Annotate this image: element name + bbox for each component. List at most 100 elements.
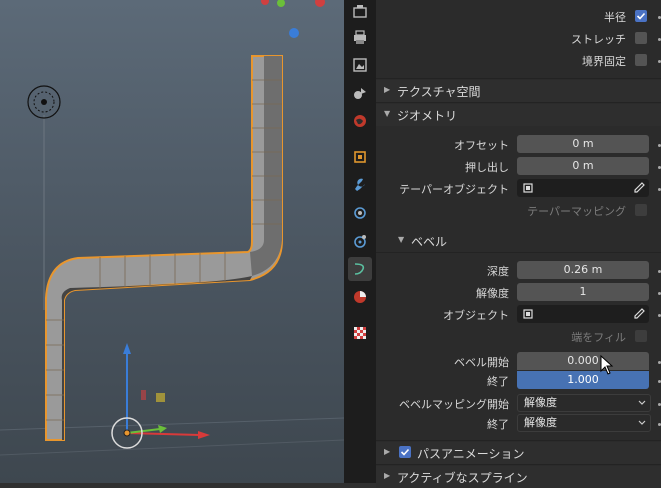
bevel-title: ベベル: [411, 235, 448, 249]
bevel-object-row: オブジェクト: [376, 304, 661, 326]
bevel-mapping-end-row: 終了 解像度: [376, 413, 661, 435]
bevel-end-row: 終了 1.000: [376, 370, 661, 392]
tab-modifiers[interactable]: [348, 173, 372, 197]
bevel-start-field[interactable]: 0.000: [517, 352, 649, 370]
bevel-end-label: 終了: [487, 375, 509, 388]
wrench-icon: [355, 178, 365, 191]
geometry-title: ジオメトリ: [397, 109, 458, 123]
bounds-clamp-label: 境界固定: [582, 55, 626, 68]
check-icon: [400, 448, 410, 456]
stretch-row: ストレッチ: [376, 28, 661, 50]
depth-field[interactable]: 0.26 m: [517, 261, 649, 279]
taper-object-label: テーパーオブジェクト: [399, 183, 509, 196]
bounds-clamp-checkbox[interactable]: [635, 54, 647, 66]
bevel-mapping-end-value: 解像度: [524, 416, 557, 429]
camera-back-icon: [353, 5, 367, 18]
physics-icon: [354, 235, 366, 248]
material-icon: [354, 291, 366, 303]
expand-arrow-icon: ▼: [384, 109, 391, 118]
path-animation-panel-header[interactable]: ▶ パスアニメーション: [376, 442, 661, 464]
tab-view-layer[interactable]: [348, 53, 372, 77]
3d-viewport[interactable]: [0, 0, 344, 483]
world-icon: [354, 115, 366, 127]
radius-row: 半径: [376, 6, 661, 28]
eyedropper-icon[interactable]: [633, 308, 645, 320]
bevel-curve-mesh[interactable]: [45, 55, 283, 441]
empty-object-icon[interactable]: [27, 85, 61, 119]
bevel-end-field[interactable]: 1.000: [517, 371, 649, 389]
active-spline-panel-header[interactable]: ▶ アクティブなスプライン: [376, 466, 661, 488]
path-animation-checkbox[interactable]: [399, 446, 411, 458]
offset-row: オフセット 0 m: [376, 134, 661, 156]
taper-mapping-label: テーパーマッピング: [527, 205, 626, 218]
eyedropper-icon[interactable]: [633, 182, 645, 194]
chevron-down-icon: [638, 400, 646, 405]
fill-caps-checkbox[interactable]: [635, 330, 647, 342]
curve-icon: [354, 263, 365, 275]
depth-label: 深度: [487, 265, 509, 278]
extrude-label: 押し出し: [465, 161, 509, 174]
scene-icon: [354, 88, 366, 99]
properties-tab-bar: [344, 0, 376, 483]
object-icon: [354, 151, 366, 163]
mouse-cursor-icon: [600, 355, 614, 375]
taper-mapping-checkbox[interactable]: [635, 204, 647, 216]
bevel-panel-header[interactable]: ▼ ベベル: [376, 230, 661, 252]
offset-field[interactable]: 0 m: [517, 135, 649, 153]
bevel-mapping-end-label: 終了: [487, 418, 509, 431]
bevel-object-field[interactable]: [517, 305, 649, 323]
offset-label: オフセット: [454, 139, 509, 152]
taper-mapping-row: テーパーマッピング: [376, 200, 661, 222]
bevel-mapping-start-row: ベベルマッピング開始 解像度: [376, 393, 661, 415]
fill-caps-row: 端をフィル: [376, 326, 661, 348]
tab-object[interactable]: [348, 145, 372, 169]
chevron-down-icon: [638, 420, 646, 425]
expand-arrow-icon: ▼: [398, 235, 405, 244]
bounds-clamp-row: 境界固定: [376, 50, 661, 72]
bevel-start-label: ベベル開始: [454, 356, 509, 369]
resolution-field[interactable]: 1: [517, 283, 649, 301]
bevel-mapping-end-select[interactable]: 解像度: [517, 414, 651, 432]
tab-world[interactable]: [348, 109, 372, 133]
tab-texture[interactable]: [348, 321, 372, 345]
bevel-object-label: オブジェクト: [443, 309, 509, 322]
resolution-row: 解像度 1: [376, 282, 661, 304]
transform-gizmo[interactable]: [111, 343, 210, 449]
extrude-field[interactable]: 0 m: [517, 157, 649, 175]
radius-label: 半径: [604, 11, 626, 24]
fill-caps-label: 端をフィル: [571, 331, 626, 344]
depth-row: 深度 0.26 m: [376, 260, 661, 282]
object-picker-icon: [523, 309, 533, 319]
taper-object-field[interactable]: [517, 179, 649, 197]
tab-scene[interactable]: [348, 81, 372, 105]
taper-object-row: テーパーオブジェクト: [376, 178, 661, 200]
radius-checkbox[interactable]: [635, 10, 647, 22]
extrude-row: 押し出し 0 m: [376, 156, 661, 178]
collapse-arrow-icon: ▶: [384, 85, 391, 94]
stretch-label: ストレッチ: [571, 33, 626, 46]
bevel-mapping-start-label: ベベルマッピング開始: [399, 398, 509, 411]
viewport-scene: [0, 0, 344, 456]
tab-curve-data[interactable]: [348, 257, 372, 281]
resolution-label: 解像度: [476, 287, 509, 300]
geometry-panel-header[interactable]: ▼ ジオメトリ: [376, 104, 661, 126]
bevel-mapping-start-select[interactable]: 解像度: [517, 394, 651, 412]
printer-icon: [354, 30, 366, 44]
active-spline-title: アクティブなスプライン: [397, 471, 528, 485]
tab-render[interactable]: [348, 0, 372, 24]
stretch-checkbox[interactable]: [635, 32, 647, 44]
collapse-arrow-icon: ▶: [384, 471, 391, 480]
tab-material[interactable]: [348, 285, 372, 309]
image-icon: [353, 58, 367, 72]
tab-physics[interactable]: [348, 229, 372, 253]
path-animation-title: パスアニメーション: [417, 447, 525, 461]
tab-output[interactable]: [348, 25, 372, 49]
checker-icon: [354, 327, 366, 339]
tab-particles[interactable]: [348, 201, 372, 225]
collapse-arrow-icon: ▶: [384, 447, 391, 456]
blue-handle[interactable]: [289, 28, 299, 38]
object-picker-icon: [523, 183, 533, 193]
bevel-mapping-start-value: 解像度: [524, 396, 557, 409]
texture-space-title: テクスチャ空間: [397, 85, 481, 99]
texture-space-panel-header[interactable]: ▶ テクスチャ空間: [376, 80, 661, 102]
